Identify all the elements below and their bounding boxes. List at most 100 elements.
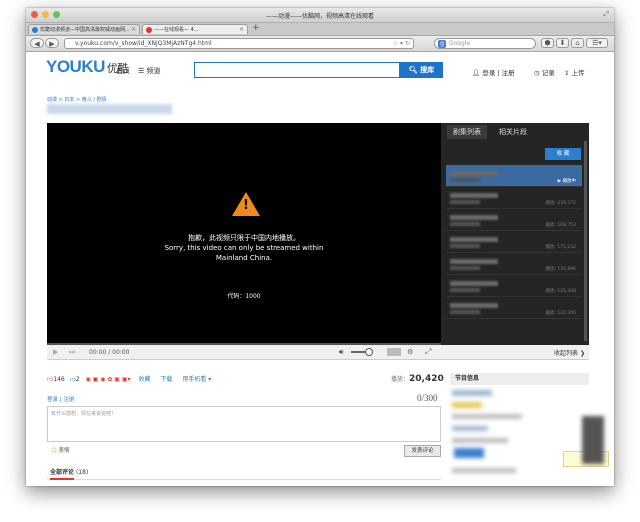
video-title-blurred [47, 104, 172, 114]
blurred-info-line [452, 468, 516, 473]
time-display: 00:00 / 00:00 [89, 349, 130, 356]
playlist-item[interactable]: 播放: 168,703 [446, 209, 582, 231]
program-info-header: 节目信息 [450, 373, 589, 385]
favorite-link[interactable]: 收藏 [138, 376, 150, 383]
blurred-info-line [452, 438, 508, 443]
navigation-bar: ◀ ▶ v.youku.com/v_show/id_XNjQ3MjAzNTg4.… [26, 36, 614, 52]
blurred-button[interactable] [454, 448, 484, 458]
playlist-item[interactable]: 播放: 125,408 [446, 275, 582, 297]
char-counter: 0/300 [417, 393, 438, 403]
browser-window: ——动漫——优酷网，视频高清在线观看 ⤢ 优酷动漫频道—中国高清最权威动画网..… [26, 8, 614, 486]
tab-close-icon[interactable]: × [239, 25, 244, 34]
player-controls: ▶ ⏭ 00:00 / 00:00 🔊︎ ⚙ ⤢ [47, 345, 441, 360]
fullscreen-icon[interactable]: ⤢ [425, 347, 431, 357]
all-comments-label[interactable]: 全部评论 [50, 469, 75, 480]
youku-favicon-icon [32, 27, 38, 33]
title-bar: ——动漫——优酷网，视频高清在线观看 ⤢ [26, 8, 614, 23]
playlist-item[interactable]: 播放: 175,232 [446, 231, 582, 253]
fullscreen-icon[interactable]: ⤢ [603, 10, 609, 19]
playlist-item[interactable]: 播放: 226,372 [446, 187, 582, 209]
chevron-right-icon: ❯ [579, 350, 585, 357]
like-button[interactable]: 👍︎146 [47, 376, 65, 383]
collapse-list-button[interactable]: 收起列表 ❯ [554, 348, 585, 357]
search-engine-placeholder: Google [449, 40, 471, 47]
tab-current-video[interactable]: ——在线观看— 4... × [142, 24, 248, 34]
channel-menu[interactable]: ☰ 频道 [138, 66, 161, 76]
play-button-icon[interactable]: ▶ [53, 348, 58, 356]
reload-icon[interactable]: ☆ ▾ ↻ [393, 39, 410, 49]
comment-placeholder: 有什么感想，现在来说说吧！ [51, 411, 117, 417]
blurred-rating [452, 402, 482, 408]
error-message-cn: 抱歉，此视频只限于中国内地播放。 [188, 234, 300, 242]
addon-icon[interactable]: ⬢ [541, 38, 554, 48]
playlist-item[interactable]: ▶ 播放中 [446, 165, 582, 187]
tab-close-icon[interactable]: × [131, 25, 136, 34]
new-tab-icon[interactable]: + [252, 23, 260, 33]
playlist-scrollbar[interactable] [584, 141, 587, 341]
tab-youku-anime[interactable]: 优酷动漫频道—中国高清最权威动画网... × [28, 24, 140, 34]
user-icon: 👤︎ [472, 69, 481, 77]
collect-button[interactable]: 收 藏 [545, 148, 581, 160]
google-icon: g [438, 40, 446, 48]
volume-icon[interactable]: 🔊︎ [339, 348, 343, 357]
smiley-icon: ☺ [51, 448, 57, 454]
blurred-qr-code [582, 416, 604, 464]
volume-handle[interactable] [365, 348, 373, 356]
clock-icon: ◷ [534, 69, 540, 77]
settings-icon[interactable]: ⚙ [407, 348, 413, 356]
emoji-button[interactable]: ☺ 表情 [51, 446, 70, 454]
tab-label: 优酷动漫频道—中国高清最权威动画网... [40, 27, 130, 33]
home-icon[interactable]: ⌂ [571, 38, 584, 48]
blurred-info-line [452, 426, 488, 431]
playlist-item[interactable]: 播放: 120,306 [446, 297, 582, 319]
video-player[interactable]: ! 抱歉，此视频只限于中国内地播放。 Sorry, this video can… [47, 123, 441, 345]
all-comments-header: 全部评论 (18) [47, 466, 441, 480]
playlist-item[interactable]: 播放: 126,896 [446, 253, 582, 275]
download-link[interactable]: 下载 [160, 376, 172, 383]
share-icons[interactable]: ◉ ▣ ◉ ✿ ▣ ▣▾ [86, 376, 131, 383]
forward-button[interactable]: ▶ [45, 38, 59, 48]
mobile-link[interactable]: 用手机看 ▾ [182, 376, 211, 383]
action-bar: 👍︎146 👎︎2 ◉ ▣ ◉ ✿ ▣ ▣▾ 收藏 下载 用手机看 ▾ [47, 374, 211, 383]
post-comment-button[interactable]: 发表评论 [404, 445, 441, 457]
login-comment-link[interactable]: 登录 [47, 397, 58, 403]
back-button[interactable]: ◀ [30, 38, 44, 48]
comment-count: (18) [75, 469, 89, 476]
blurred-info-line [452, 390, 492, 396]
playlist-footer: 收起列表 ❯ [441, 345, 589, 360]
youku-favicon-icon [146, 27, 152, 33]
tab-episodes[interactable]: 剧集列表 [447, 125, 487, 139]
register-comment-link[interactable]: 注册 [63, 397, 74, 403]
record-link[interactable]: ◷ 记录 [534, 67, 555, 77]
error-message-en-2: Mainland China. [215, 254, 273, 262]
error-message-en-1: Sorry, this video can only be streamed w… [164, 244, 324, 252]
dislike-button[interactable]: 👎︎2 [70, 376, 80, 383]
play-count: 播放：20,420 [391, 374, 444, 384]
site-search-button[interactable]: 🔍︎ 搜库 [400, 62, 443, 78]
menu-icon[interactable]: ☰▾ [586, 38, 608, 48]
window-title: ——动漫——优酷网，视频高清在线观看 [265, 13, 374, 20]
next-button-icon[interactable]: ⏭ [69, 348, 75, 357]
address-bar[interactable]: v.youku.com/v_show/id_XNjQ3MjAzNTg4.html… [64, 38, 414, 49]
url-text: v.youku.com/v_show/id_XNjQ3MjAzNTg4.html [75, 40, 212, 47]
search-engine-input[interactable]: g Google [434, 38, 536, 49]
home-link[interactable]: 首页 [116, 66, 130, 76]
tab-label: ——在线观看— 4... [154, 27, 199, 33]
site-search-input[interactable] [194, 62, 400, 78]
page-content: YOUKU 优酷 首页 ☰ 频道 🔍︎ 搜库 👤︎ 登录 | 注册 ◷ 记录 ⇪ … [26, 52, 614, 486]
comment-auth-links: 登录 | 注册 [47, 397, 75, 403]
download-icon[interactable]: ⬇ [556, 38, 569, 48]
quality-button[interactable] [387, 348, 401, 356]
comment-textarea[interactable]: 有什么感想，现在来说说吧！ [47, 406, 441, 442]
login-link[interactable]: 👤︎ 登录 | 注册 [472, 67, 515, 77]
warning-mark: ! [243, 198, 249, 213]
upload-icon: ⇪ [564, 69, 570, 77]
upload-link[interactable]: ⇪ 上传 [564, 67, 585, 77]
menu-lines-icon: ☰ [138, 67, 147, 75]
blurred-info-line [452, 414, 522, 419]
tab-related[interactable]: 相关片段 [493, 125, 533, 139]
tab-bar: 优酷动漫频道—中国高清最权威动画网... × ——在线观看— 4... × + [26, 23, 614, 36]
error-code: 代码：1000 [227, 293, 261, 300]
search-icon: 🔍︎ [408, 66, 418, 74]
breadcrumb[interactable]: 动漫 > 日本 > 格斗 / 剧情 [47, 96, 107, 103]
